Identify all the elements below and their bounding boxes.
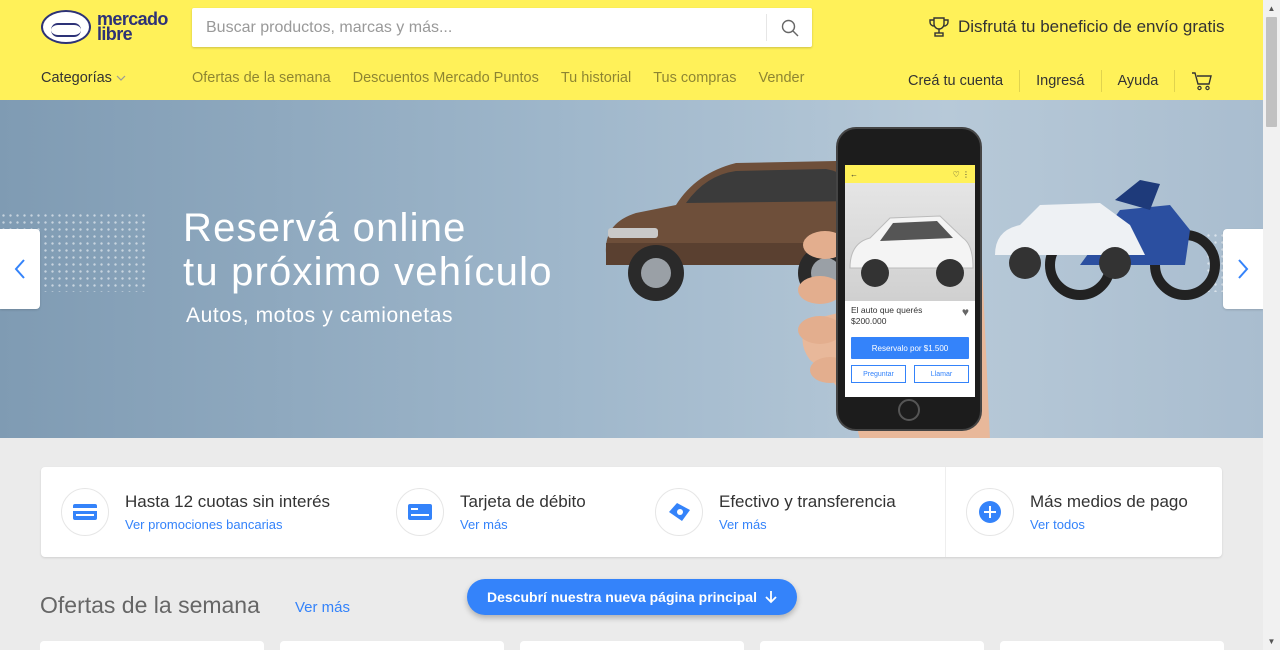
chevron-down-icon [116, 75, 126, 81]
payment-title: Hasta 12 cuotas sin interés [125, 492, 331, 511]
cart-icon[interactable] [1191, 71, 1213, 91]
offers-more-link[interactable]: Ver más [295, 599, 350, 616]
offer-card[interactable] [1000, 641, 1224, 650]
credit-card-icon [61, 488, 109, 536]
payment-debit[interactable]: Tarjeta de débito Ver más [396, 467, 586, 557]
scroll-down-icon[interactable]: ▼ [1263, 633, 1280, 650]
phone-home-button [898, 399, 920, 421]
heart-icon: ♥ [961, 305, 969, 319]
nav-link-points[interactable]: Descuentos Mercado Puntos [353, 70, 539, 86]
mercadolibre-logo[interactable]: mercado libre [41, 10, 168, 44]
nav-link-offers[interactable]: Ofertas de la semana [192, 70, 331, 86]
payment-cash[interactable]: Efectivo y transferencia Ver más [655, 467, 896, 557]
payment-title: Efectivo y transferencia [719, 492, 896, 511]
free-shipping-promo[interactable]: Disfrutá tu beneficio de envío gratis [928, 16, 1224, 38]
payment-title: Tarjeta de débito [460, 492, 586, 511]
handshake-icon [41, 10, 91, 44]
hero-title-line2: tu próximo vehículo [183, 250, 553, 294]
categories-menu[interactable]: Categorías [41, 70, 126, 86]
payment-methods-panel: Hasta 12 cuotas sin interés Ver promocio… [41, 467, 1222, 557]
divider [1174, 70, 1176, 92]
payment-more[interactable]: Más medios de pago Ver todos [966, 467, 1188, 557]
carousel-next-button[interactable] [1223, 229, 1263, 309]
search-input[interactable] [192, 8, 766, 47]
new-homepage-label: Descubrí nuestra nueva página principal [487, 589, 757, 605]
phone-mockup: ← ♡ ⋮ El auto que querés $200.000 ♥ Rese… [836, 127, 982, 431]
back-icon: ← [850, 169, 858, 179]
divider [1019, 70, 1021, 92]
chevron-right-icon [1238, 259, 1249, 279]
chevron-left-icon [14, 259, 25, 279]
divider [1100, 70, 1102, 92]
page-scrollbar[interactable]: ▲ ▼ [1263, 0, 1280, 650]
create-account-link[interactable]: Creá tu cuenta [908, 73, 1003, 89]
listing-info: El auto que querés $200.000 ♥ [845, 301, 975, 331]
hero-subtitle: Autos, motos y camionetas [186, 304, 454, 327]
search-bar [192, 8, 812, 47]
payment-installments[interactable]: Hasta 12 cuotas sin interés Ver promocio… [61, 467, 330, 557]
new-homepage-button[interactable]: Descubrí nuestra nueva página principal [467, 579, 797, 615]
ask-button: Preguntar [851, 365, 906, 383]
call-button: Llamar [914, 365, 969, 383]
hero-banner[interactable]: Reservá online tu próximo vehículo Autos… [0, 100, 1263, 438]
carousel-prev-button[interactable] [0, 229, 40, 309]
search-button[interactable] [766, 14, 812, 41]
white-car-image [995, 203, 1145, 279]
categories-label: Categorías [41, 70, 112, 86]
scroll-thumb[interactable] [1266, 17, 1277, 127]
divider [945, 467, 946, 557]
arrow-down-icon [765, 591, 777, 604]
reserve-button: Reservalo por $1.500 [851, 337, 969, 359]
offer-card[interactable] [520, 641, 744, 650]
payment-title: Más medios de pago [1030, 492, 1188, 511]
hero-title-line1: Reservá online [183, 206, 467, 250]
nav-link-history[interactable]: Tu historial [561, 70, 631, 86]
share-icon: ♡ ⋮ [952, 169, 970, 179]
plus-icon [966, 488, 1014, 536]
price-label: El auto que querés [851, 305, 923, 315]
search-icon [781, 19, 798, 36]
offer-card[interactable] [280, 641, 504, 650]
payment-link[interactable]: Ver más [719, 517, 896, 532]
help-link[interactable]: Ayuda [1118, 73, 1159, 89]
scroll-up-icon[interactable]: ▲ [1263, 0, 1280, 17]
debit-card-icon [396, 488, 444, 536]
payment-link[interactable]: Ver todos [1030, 517, 1188, 532]
payment-link[interactable]: Ver más [460, 517, 586, 532]
trophy-icon [929, 17, 949, 37]
car-photo [845, 183, 975, 301]
login-link[interactable]: Ingresá [1036, 73, 1084, 89]
offers-section-title: Ofertas de la semana [40, 592, 260, 618]
app-bar: ← ♡ ⋮ [845, 165, 975, 183]
price-value: $200.000 [851, 316, 887, 326]
promo-text: Disfrutá tu beneficio de envío gratis [958, 17, 1225, 36]
logo-line2: libre [97, 24, 133, 44]
header: mercado libre Disfrutá tu beneficio de e… [0, 0, 1263, 100]
nav-link-sell[interactable]: Vender [758, 70, 804, 86]
phone-screen: ← ♡ ⋮ El auto que querés $200.000 ♥ Rese… [845, 165, 975, 397]
cash-icon [655, 488, 703, 536]
nav-link-purchases[interactable]: Tus compras [653, 70, 736, 86]
offer-card[interactable] [760, 641, 984, 650]
payment-link[interactable]: Ver promociones bancarias [125, 517, 330, 532]
car-photo-icon [849, 215, 974, 287]
offer-card[interactable] [40, 641, 264, 650]
